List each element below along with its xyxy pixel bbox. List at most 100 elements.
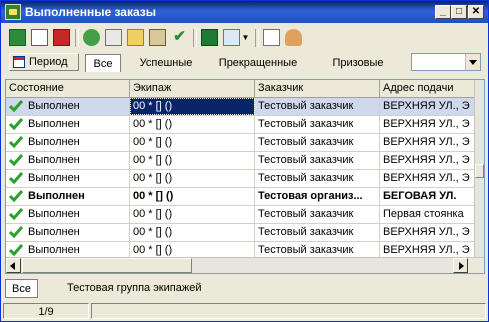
status-text: Выполнен xyxy=(28,226,80,238)
customer-cell[interactable]: Тестовая организ... xyxy=(255,188,380,205)
close-icon: ✕ xyxy=(471,6,481,17)
table-row[interactable]: Выполнен 00 * [] () Тестовый заказчик ВЕРХН… xyxy=(6,170,476,188)
crew-cell[interactable]: 00 * [] () xyxy=(130,134,255,151)
crew-cell[interactable]: 00 * [] () xyxy=(130,152,255,169)
customer-cell[interactable]: Тестовый заказчик xyxy=(255,170,380,187)
tab-terminated[interactable]: Прекращенные xyxy=(209,54,307,72)
status-cell[interactable]: Выполнен xyxy=(6,134,130,151)
confirm-icon[interactable]: ✔ xyxy=(171,29,188,46)
close-button[interactable]: ✕ xyxy=(468,5,484,19)
vertical-scrollbar[interactable] xyxy=(474,80,484,258)
checkmark-icon xyxy=(8,226,24,239)
checkmark-icon xyxy=(8,244,24,257)
arrow-right-icon xyxy=(459,262,464,270)
customer-cell[interactable]: Тестовый заказчик xyxy=(255,134,380,151)
address-cell[interactable]: ВЕРХНЯЯ УЛ., Э xyxy=(380,170,476,187)
crew-cell[interactable]: 00 * [] () xyxy=(130,170,255,187)
filter-bar: Период Все Успешные Прекращенные Призовы… xyxy=(5,51,485,75)
scroll-right-button[interactable] xyxy=(453,258,468,273)
group-tab-all[interactable]: Все xyxy=(5,279,38,298)
column-header-status[interactable]: Состояние xyxy=(6,80,130,97)
status-text: Выполнен xyxy=(28,172,80,184)
status-text: Выполнен xyxy=(28,154,80,166)
customer-cell[interactable]: Тестовый заказчик xyxy=(255,98,380,115)
horizontal-scrollbar[interactable] xyxy=(6,257,484,273)
customer-cell[interactable]: Тестовый заказчик xyxy=(255,152,380,169)
status-cell[interactable]: Выполнен xyxy=(6,98,130,115)
record-position: 1/9 xyxy=(3,303,89,319)
maximize-button[interactable]: □ xyxy=(451,5,467,19)
column-header-address[interactable]: Адрес подачи xyxy=(380,80,476,97)
crew-cell[interactable]: 00 * [] () xyxy=(130,224,255,241)
address-cell[interactable]: ВЕРХНЯЯ УЛ., Э xyxy=(380,134,476,151)
dropdown-arrow-icon[interactable]: ▼ xyxy=(241,29,250,46)
address-cell[interactable]: ВЕРХНЯЯ УЛ., Э xyxy=(380,224,476,241)
delete-order-icon[interactable] xyxy=(53,29,70,46)
window-title: Выполненные заказы xyxy=(25,5,157,19)
column-header-crew[interactable]: Экипаж xyxy=(130,80,255,97)
brush-icon[interactable] xyxy=(127,29,144,46)
address-cell[interactable]: ВЕРХНЯЯ УЛ., Э xyxy=(380,152,476,169)
address-cell[interactable]: ВЕРХНЯЯ УЛ., Э xyxy=(380,116,476,133)
table-row[interactable]: Выполнен 00 * [] () Тестовая организ... БЕГ… xyxy=(6,188,476,206)
copy-icon[interactable] xyxy=(105,29,122,46)
address-cell[interactable]: БЕГОВАЯ УЛ. xyxy=(380,188,476,205)
status-cell[interactable]: Выполнен xyxy=(6,152,130,169)
crew-cell[interactable]: 00 * [] () xyxy=(130,188,255,205)
status-cell[interactable]: Выполнен xyxy=(6,206,130,223)
address-cell[interactable]: Первая стоянка xyxy=(380,206,476,223)
crew-cell[interactable]: 00 * [] () xyxy=(130,206,255,223)
crew-cell[interactable]: 00 * [] () xyxy=(130,116,255,133)
toolbar-separator xyxy=(75,29,79,47)
status-text: Выполнен xyxy=(28,118,80,130)
status-cell[interactable]: Выполнен xyxy=(6,224,130,241)
chevron-down-icon[interactable] xyxy=(465,54,480,70)
table-row[interactable]: Выполнен 00 * [] () Тестовый заказчик ВЕРХН… xyxy=(6,152,476,170)
table-row[interactable]: Выполнен 00 * [] () Тестовый заказчик Перва… xyxy=(6,206,476,224)
period-button[interactable]: Период xyxy=(9,53,79,71)
tab-all[interactable]: Все xyxy=(85,54,121,72)
checkmark-icon xyxy=(8,100,24,113)
table-row[interactable]: Выполнен 00 * [] () Тестовый заказчик ВЕРХН… xyxy=(6,98,476,116)
vertical-scroll-thumb[interactable] xyxy=(475,164,484,178)
copy-pages-icon[interactable] xyxy=(263,29,280,46)
refresh-icon[interactable] xyxy=(83,29,100,46)
excel-icon[interactable] xyxy=(201,29,218,46)
user-icon[interactable] xyxy=(285,29,302,46)
checkmark-icon xyxy=(8,118,24,131)
tab-successful[interactable]: Успешные xyxy=(129,54,203,72)
edit-order-icon[interactable] xyxy=(31,29,48,46)
title-bar[interactable]: Выполненные заказы _ □ ✕ xyxy=(1,1,488,23)
group-tab-test-group[interactable]: Тестовая группа экипажей xyxy=(61,279,207,298)
address-cell[interactable]: ВЕРХНЯЯ УЛ., Э xyxy=(380,98,476,115)
minimize-button[interactable]: _ xyxy=(435,5,451,19)
status-cell[interactable]: Выполнен xyxy=(6,188,130,205)
status-bar: 1/9 xyxy=(3,303,486,319)
group-tabs: Все Тестовая группа экипажей xyxy=(5,279,485,299)
tab-prize[interactable]: Призовые xyxy=(315,54,401,72)
crew-cell[interactable]: 00 * [] () xyxy=(130,98,255,115)
filter-combo[interactable] xyxy=(411,53,481,71)
scroll-corner xyxy=(468,258,484,273)
status-cell[interactable]: Выполнен xyxy=(6,116,130,133)
orders-grid: Состояние Экипаж Заказчик Адрес подачи В… xyxy=(5,79,485,274)
column-header-customer[interactable]: Заказчик xyxy=(255,80,380,97)
checkmark-icon xyxy=(8,172,24,185)
horizontal-scroll-thumb[interactable] xyxy=(22,258,192,273)
status-text: Выполнен xyxy=(28,100,80,112)
status-text: Выполнен xyxy=(28,208,80,220)
table-row[interactable]: Выполнен 00 * [] () Тестовый заказчик ВЕРХН… xyxy=(6,224,476,242)
table-row[interactable]: Выполнен 00 * [] () Тестовый заказчик ВЕРХН… xyxy=(6,134,476,152)
chart-icon[interactable] xyxy=(223,29,240,46)
status-cell[interactable]: Выполнен xyxy=(6,170,130,187)
orders-window: Выполненные заказы _ □ ✕ ✔ ▼ Период Все … xyxy=(0,0,489,322)
grid-header: Состояние Экипаж Заказчик Адрес подачи xyxy=(6,80,476,98)
add-order-icon[interactable] xyxy=(9,29,26,46)
customer-cell[interactable]: Тестовый заказчик xyxy=(255,116,380,133)
maximize-icon: □ xyxy=(455,6,463,17)
scroll-left-button[interactable] xyxy=(6,258,21,273)
clipboard-icon[interactable] xyxy=(149,29,166,46)
customer-cell[interactable]: Тестовый заказчик xyxy=(255,224,380,241)
customer-cell[interactable]: Тестовый заказчик xyxy=(255,206,380,223)
table-row[interactable]: Выполнен 00 * [] () Тестовый заказчик ВЕРХН… xyxy=(6,116,476,134)
